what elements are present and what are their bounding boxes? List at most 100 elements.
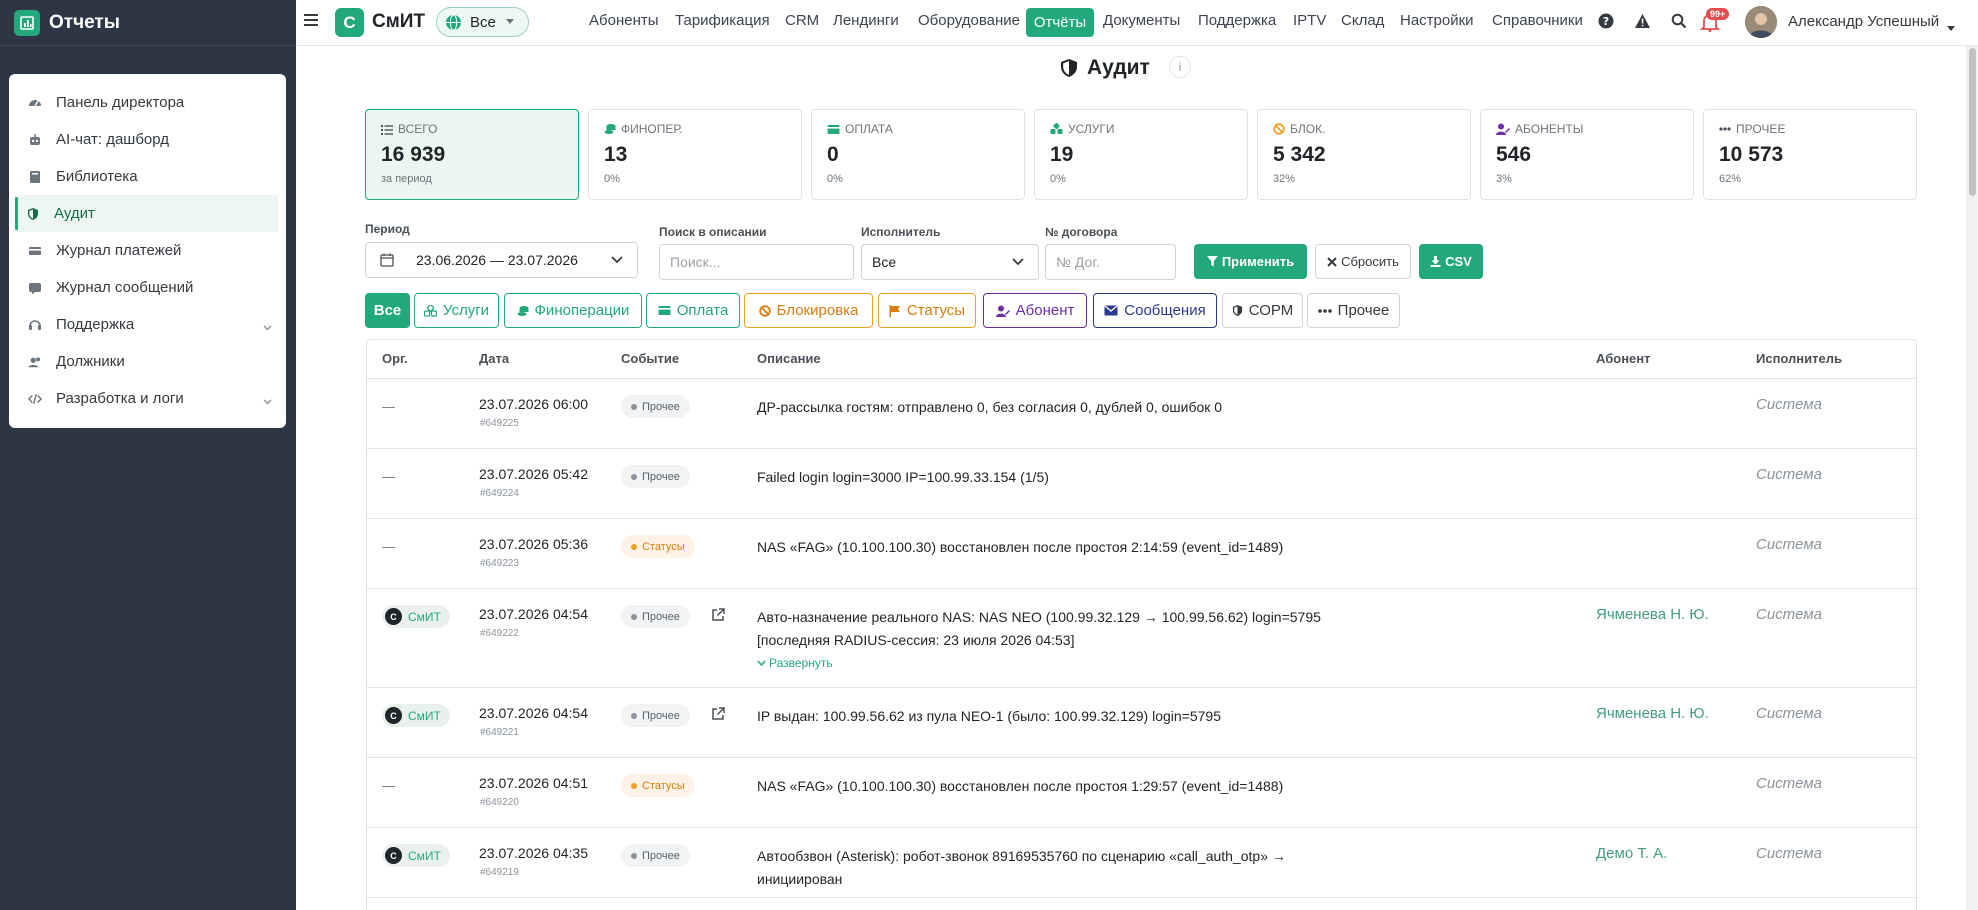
description-cell: NAS «FAG» (10.100.100.30) восстановлен п… [757, 778, 1284, 794]
table-row[interactable]: — 23.07.2026 05:42 #649224 Прочее Failed… [367, 449, 1916, 519]
table-row[interactable]: С СмИТ 23.07.2026 04:54 #649222 Прочее Ав… [367, 589, 1916, 688]
reset-button[interactable]: Сбросить [1315, 244, 1411, 279]
warning-icon[interactable] [1634, 13, 1651, 32]
chart-icon [14, 9, 40, 36]
table-row[interactable]: — 23.07.2026 05:36 #649223 Статусы NAS «… [367, 519, 1916, 589]
external-link-icon[interactable] [711, 707, 725, 724]
info-button[interactable]: i [1169, 56, 1191, 78]
column-header-date[interactable]: Дата [479, 340, 509, 378]
nav-references[interactable]: Справочники [1492, 12, 1583, 29]
date-cell: 23.07.2026 04:35 [479, 845, 588, 861]
table-row[interactable]: С СмИТ 23.07.2026 04:54 #649221 Прочее IP… [367, 688, 1916, 758]
executor-select[interactable]: Все [861, 244, 1039, 280]
services-icon [423, 304, 437, 317]
logo-text[interactable]: СмИТ [372, 11, 425, 33]
search-label: Поиск в описании [659, 225, 767, 239]
hamburger-menu-icon[interactable] [303, 13, 319, 30]
stat-value: 0 [827, 143, 839, 166]
nav-settings[interactable]: Настройки [1400, 12, 1474, 29]
sidebar-brand[interactable]: Отчеты [0, 0, 296, 46]
org-badge[interactable]: С СмИТ [382, 844, 450, 867]
nav-warehouse[interactable]: Склад [1341, 12, 1384, 29]
table-row[interactable]: — 23.07.2026 06:00 #649225 Прочее ДР-рас… [367, 379, 1916, 449]
filter-chip-all[interactable]: Все [365, 293, 410, 328]
nav-support[interactable]: Поддержка [1198, 12, 1276, 29]
filter-chip-messages[interactable]: Сообщения [1093, 293, 1217, 328]
user-edit-icon [1496, 123, 1510, 135]
description-cell: Авто-назначение реального NAS: NAS NEO (… [757, 609, 1321, 648]
org-logo-icon: С [385, 847, 402, 864]
stat-value: 13 [604, 143, 628, 166]
nav-crm[interactable]: CRM [785, 12, 819, 29]
filter-chip-finops[interactable]: Финоперации [504, 293, 642, 328]
caret-down-icon[interactable] [1947, 19, 1955, 35]
filter-chip-subscriber[interactable]: Абонент [983, 293, 1087, 328]
stat-label: Всего [398, 122, 438, 136]
stat-card-total[interactable]: Всего 16 939 за период [365, 109, 579, 200]
stat-card-services[interactable]: Услуги 19 0% [1034, 109, 1248, 200]
search-icon[interactable] [1671, 13, 1687, 32]
page-title: Аудит [1060, 56, 1150, 80]
stat-card-other[interactable]: Прочее 10 573 62% [1703, 109, 1917, 200]
help-icon[interactable]: ? [1598, 13, 1614, 32]
table-row[interactable]: — 23.07.2026 04:51 #649220 Статусы NAS «… [367, 758, 1916, 828]
stat-card-finops[interactable]: Финопер. 13 0% [588, 109, 802, 200]
stat-card-subscribers[interactable]: Абоненты 546 3% [1480, 109, 1694, 200]
nav-reports[interactable]: Отчёты [1026, 8, 1094, 37]
csv-button[interactable]: CSV [1419, 244, 1483, 279]
column-header-description[interactable]: Описание [757, 340, 821, 378]
filter-chip-sorm[interactable]: СОРМ [1222, 293, 1303, 328]
avatar[interactable] [1745, 6, 1777, 38]
stat-label: Абоненты [1515, 122, 1584, 136]
sidebar-item-payments-log[interactable]: Журнал платежей [9, 232, 286, 269]
support-icon [28, 318, 42, 332]
date-cell: 23.07.2026 06:00 [479, 396, 588, 412]
column-header-org[interactable]: Орг. [382, 340, 408, 378]
nav-subscribers[interactable]: Абоненты [589, 12, 659, 29]
filter-chip-payment[interactable]: Оплата [646, 293, 740, 328]
sidebar-item-audit[interactable]: Аудит [15, 195, 278, 232]
subscriber-link[interactable]: Ячменева Н. Ю. [1596, 705, 1709, 722]
sidebar-item-library[interactable]: Библиотека [9, 158, 286, 195]
stat-card-blocks[interactable]: Блок. 5 342 32% [1257, 109, 1471, 200]
org-badge[interactable]: С СмИТ [382, 605, 450, 628]
scrollbar-thumb[interactable] [1969, 48, 1976, 196]
nav-documents[interactable]: Документы [1103, 12, 1180, 29]
sidebar-item-ai-chat[interactable]: AI-чат: дашборд [9, 121, 286, 158]
logo-icon[interactable]: С [335, 8, 364, 37]
sidebar-item-label: Поддержка [56, 316, 135, 333]
column-header-executor[interactable]: Исполнитель [1756, 340, 1842, 378]
user-name[interactable]: Александр Успешный [1788, 13, 1939, 30]
period-picker[interactable]: 23.06.2026 — 23.07.2026 [365, 242, 638, 278]
filter-chip-statuses[interactable]: Статусы [878, 293, 976, 328]
chevron-down-icon [1012, 258, 1024, 266]
nav-landings[interactable]: Лендинги [833, 12, 899, 29]
nav-iptv[interactable]: IPTV [1293, 12, 1326, 29]
external-link-icon[interactable] [711, 608, 725, 625]
sidebar-item-support[interactable]: Поддержка [9, 306, 286, 343]
subscriber-link[interactable]: Демо Т. А. [1596, 845, 1667, 862]
stat-card-payment[interactable]: Оплата 0 0% [811, 109, 1025, 200]
contract-label: № договора [1045, 225, 1118, 239]
sidebar-menu: Панель директора AI-чат: дашборд Библиот… [9, 74, 286, 428]
apply-button[interactable]: Применить [1194, 244, 1307, 279]
nav-equipment[interactable]: Оборудование [918, 12, 1020, 29]
sidebar-item-dev-logs[interactable]: Разработка и логи [9, 380, 286, 417]
sidebar-item-messages-log[interactable]: Журнал сообщений [9, 269, 286, 306]
sidebar-item-debtors[interactable]: Должники [9, 343, 286, 380]
expand-link[interactable]: Развернуть [757, 656, 833, 670]
subscriber-link[interactable]: Ячменева Н. Ю. [1596, 606, 1709, 623]
org-scope-selector[interactable]: Все [436, 7, 529, 37]
table-row[interactable]: С СмИТ 23.07.2026 04:35 #649219 Прочее Ав… [367, 828, 1916, 898]
org-badge[interactable]: С СмИТ [382, 704, 450, 727]
description-cell: Автообзвон (Asterisk): робот-звонок 8916… [757, 848, 1286, 887]
filter-chip-services[interactable]: Услуги [414, 293, 499, 328]
filter-chip-blocking[interactable]: Блокировка [744, 293, 873, 328]
search-input[interactable]: Поиск... [659, 244, 854, 280]
nav-tariffs[interactable]: Тарификация [675, 12, 770, 29]
column-header-subscriber[interactable]: Абонент [1596, 340, 1651, 378]
column-header-event[interactable]: Событие [621, 340, 679, 378]
filter-chip-other[interactable]: Прочее [1307, 293, 1400, 328]
contract-input[interactable]: № Дог. [1045, 244, 1176, 280]
sidebar-item-director-panel[interactable]: Панель директора [9, 84, 286, 121]
